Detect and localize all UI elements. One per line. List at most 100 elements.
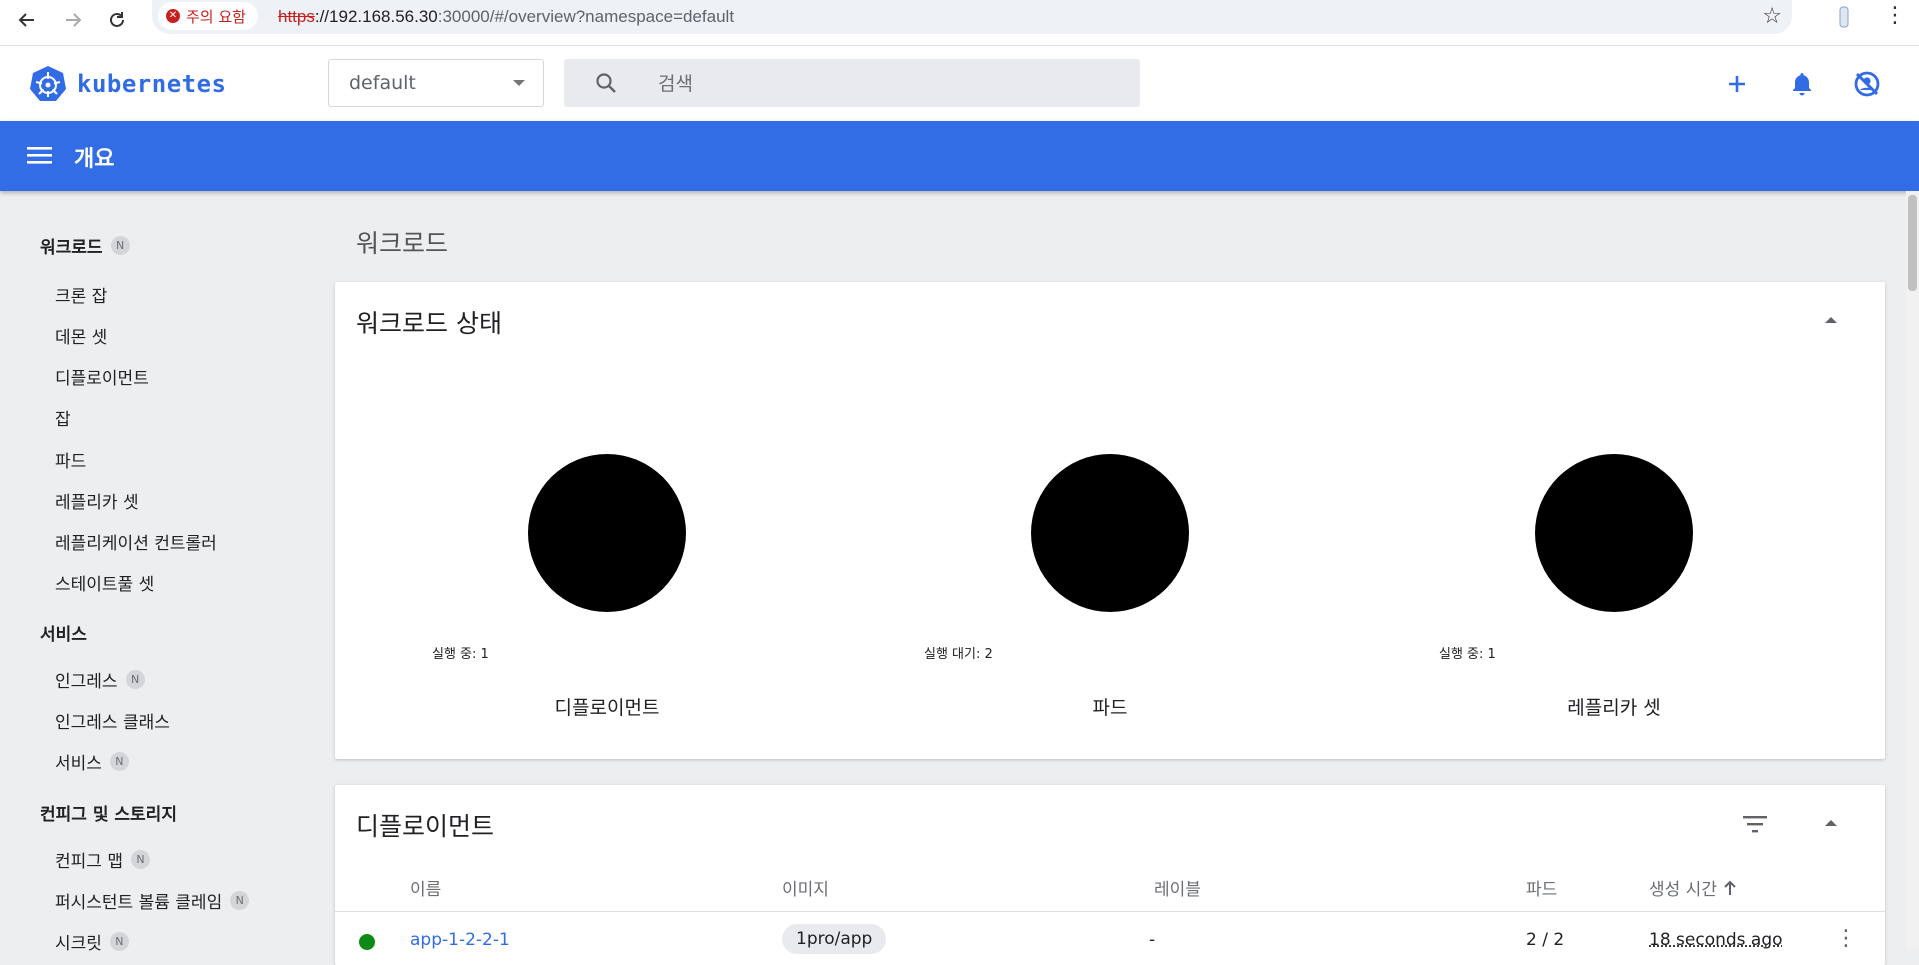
page-toolbar: 개요 [0,121,1919,191]
sidebar-section-services[interactable]: 서비스 [40,620,87,645]
url-rest: :30000/#/overview?namespace=default [437,7,735,26]
column-header-name[interactable]: 이름 [410,875,441,900]
sidebar-item-pods[interactable]: 파드 [55,447,86,472]
sidebar-item-label: 인그레스 [55,672,118,692]
sidebar-item-cronjobs[interactable]: 크론 잡 [55,282,107,307]
sidebar-section-label: 워크로드 [40,238,103,258]
row-actions-menu-icon[interactable]: ⋮ [1835,926,1857,951]
user-visibility-off-icon[interactable] [1852,69,1882,99]
error-icon: ✕ [166,9,180,23]
sidebar-section-workloads[interactable]: 워크로드 N [40,233,130,258]
sidebar-item-label: 레플리케이션 컨트롤러 [55,534,217,554]
status-pie-chart [1031,454,1189,612]
page-title: 개요 [74,147,115,172]
sidebar-item-ingresses[interactable]: 인그레스 N [55,667,145,692]
status-pie-chart [528,454,686,612]
sidebar-item-label: 데몬 셋 [55,328,108,348]
sidebar-item-replication-controllers[interactable]: 레플리케이션 컨트롤러 [55,529,217,554]
stat-label[interactable]: 파드 [1010,693,1210,720]
url-text[interactable]: https://192.168.56.30:30000/#/overview?n… [278,7,734,27]
namespaced-badge: N [130,850,150,869]
url-scheme: https [278,7,315,26]
sidebar-item-label: 크론 잡 [55,287,108,307]
sidebar-item-secrets[interactable]: 시크릿 N [55,929,129,954]
app-header: kubernetes default [0,46,1919,121]
pods-value: 2 / 2 [1526,930,1565,950]
add-icon[interactable] [1722,69,1752,99]
sidebar-item-ingress-classes[interactable]: 인그레스 클래스 [55,708,170,733]
browser-menu-icon[interactable]: ⋮ [1884,3,1906,28]
stat-legend: 실행 대기: 2 [924,647,993,662]
sidebar-item-statefulsets[interactable]: 스테이트풀 셋 [55,570,154,595]
logo-text: kubernetes [77,70,227,98]
deployment-name-link[interactable]: app-1-2-2-1 [410,930,510,950]
sidebar-item-pvcs[interactable]: 퍼시스턴트 볼륨 클레임 N [55,888,250,913]
status-pie-chart [1535,454,1693,612]
stat-label[interactable]: 디플로이먼트 [507,693,707,720]
sidebar-item-label: 서비스 [55,754,102,774]
column-header-created-label: 생성 시간 [1649,880,1717,900]
sidebar-item-deployments[interactable]: 디플로이먼트 [55,364,149,389]
sidebar-item-jobs[interactable]: 잡 [55,405,71,430]
sidebar-item-label: 디플로이먼트 [55,369,149,389]
sidebar-item-label: 인그레스 클래스 [55,713,170,733]
image-chip: 1pro/app [782,924,887,954]
sidebar-item-label: 퍼시스턴트 볼륨 클레임 [55,893,223,913]
forward-icon[interactable] [55,4,91,36]
collapse-chevron-up-icon[interactable] [1825,820,1837,826]
namespaced-badge: N [125,670,145,689]
section-heading: 워크로드 [356,229,449,258]
created-value: 18 seconds ago [1649,930,1783,950]
stat-legend: 실행 중: 1 [1439,647,1496,662]
sidebar-item-configmaps[interactable]: 컨피그 맵 N [55,847,150,872]
browser-toolbar: ✕ 주의 요함 https://192.168.56.30:30000/#/ov… [0,0,1919,46]
sidebar-item-label: 레플리카 셋 [55,493,139,513]
sidebar-section-label: 서비스 [40,625,87,645]
filter-icon[interactable] [1742,814,1768,834]
namespaced-badge: N [110,236,130,255]
search-box[interactable] [564,59,1140,107]
sidebar-section-config-storage[interactable]: 컨피그 및 스토리지 [40,800,177,825]
workload-status-card: 워크로드 상태 실행 중: 1 디플로이먼트 실행 대기: 2 파드 실행 중:… [335,282,1885,759]
sidebar-item-label: 컨피그 맵 [55,852,123,872]
back-icon[interactable] [9,4,45,36]
namespaced-badge: N [109,752,129,771]
sidebar-item-label: 파드 [55,452,87,472]
stat-pods: 실행 대기: 2 파드 [838,282,1338,719]
scrollbar-thumb[interactable] [1908,195,1917,291]
sidebar-item-label: 잡 [55,410,71,430]
page-scrollbar[interactable] [1906,191,1919,949]
column-header-labels: 레이블 [1154,880,1201,900]
sort-arrow-up-icon [1724,880,1736,895]
stat-replicasets: 실행 중: 1 레플리카 셋 [1342,282,1842,719]
extension-icon[interactable] [1832,5,1856,29]
sidebar-item-daemonsets[interactable]: 데몬 셋 [55,323,107,348]
dropdown-caret-icon [513,80,525,86]
search-icon [596,73,616,93]
labels-value: - [1149,930,1156,950]
status-running-icon [359,934,375,950]
column-header-created[interactable]: 생성 시간 [1649,875,1737,900]
search-input[interactable] [656,67,1120,101]
namespaced-badge: N [230,891,250,910]
sidebar-item-label: 스테이트풀 셋 [55,575,155,595]
reload-icon[interactable] [99,4,135,36]
namespace-value: default [349,72,416,94]
security-label: 주의 요함 [186,7,246,26]
kubernetes-helm-icon [30,66,66,101]
bookmark-star-icon[interactable]: ☆ [1762,4,1782,29]
kubernetes-logo[interactable]: kubernetes [29,65,227,103]
column-header-image: 이미지 [782,880,829,900]
namespace-select[interactable]: default [328,59,544,107]
sidebar-section-label: 컨피그 및 스토리지 [40,805,177,825]
security-warning-chip[interactable]: ✕ 주의 요함 [158,2,258,30]
sidebar-item-replicasets[interactable]: 레플리카 셋 [55,488,139,513]
address-bar[interactable]: ✕ 주의 요함 https://192.168.56.30:30000/#/ov… [152,0,1792,34]
deployments-card: 디플로이먼트 이름 이미지 레이블 파드 생성 시간 app-1-2-2-1 1… [335,785,1885,965]
table-header: 이름 이미지 레이블 파드 생성 시간 [335,875,1885,900]
url-host: ://192.168.56.30 [314,7,438,26]
sidebar-item-services[interactable]: 서비스 N [55,749,129,774]
stat-label[interactable]: 레플리카 셋 [1514,693,1714,720]
menu-icon[interactable] [27,145,53,165]
notifications-bell-icon[interactable] [1787,69,1817,99]
